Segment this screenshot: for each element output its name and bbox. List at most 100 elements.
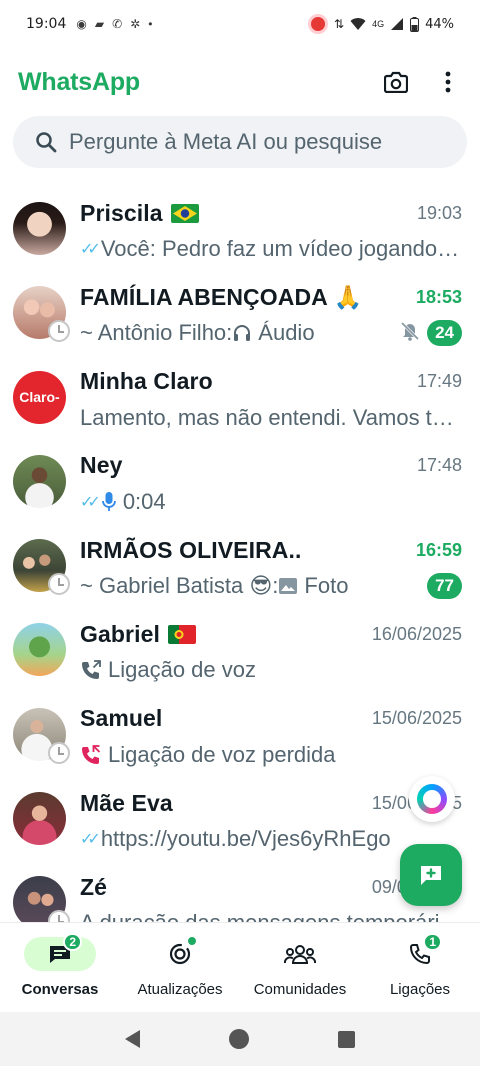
chat-time: 17:48: [416, 455, 462, 476]
chat-notification-icon: ▰: [94, 17, 105, 31]
chat-item[interactable]: Samuel 15/06/2025 Ligação de voz perdida: [0, 692, 480, 776]
status-ring-icon: [48, 320, 70, 343]
chat-preview: Você: Pedro faz um vídeo jogando bola: [100, 236, 462, 261]
read-ticks-icon: ✓✓: [80, 493, 101, 511]
screen-record-icon: [308, 14, 329, 34]
image-icon: [278, 576, 298, 596]
battery-percent: 44%: [425, 16, 454, 32]
avatar: [13, 539, 70, 596]
meta-ai-button[interactable]: [409, 776, 455, 822]
chat-name: Samuel: [80, 705, 163, 732]
meta-ai-icon: [417, 784, 447, 814]
avatar: [13, 286, 70, 343]
chat-item[interactable]: Claro- Minha Claro 17:49 Lamento, mas nã…: [0, 355, 480, 439]
unread-badge: 24: [427, 320, 462, 347]
app-notification-icon: ✲: [130, 17, 141, 31]
more-notifications-icon: •: [148, 17, 153, 31]
record-notification-icon: ◉: [76, 17, 87, 31]
tab-badge: 2: [63, 933, 82, 951]
status-time: 19:04: [26, 16, 67, 32]
tab-ligacoes[interactable]: 1 Ligações: [360, 923, 480, 1012]
avatar: [13, 876, 70, 922]
headphones-icon: [232, 323, 252, 343]
chat-list: Priscila 19:03 ✓✓ Você: Pedro faz um víd…: [0, 186, 480, 922]
read-ticks-icon: ✓✓: [80, 831, 101, 849]
chat-preview: https://youtu.be/Vjes6yRhEgo: [100, 826, 391, 852]
new-chat-icon: [421, 866, 441, 885]
notification-icons: ◉ ▰ ✆ ✲ •: [76, 17, 152, 31]
avatar: [13, 202, 66, 255]
chat-preview: 0:04: [122, 488, 166, 514]
chat-time: 15/06/2025: [371, 708, 462, 729]
chat-time: 19:03: [416, 202, 462, 223]
chat-item[interactable]: Gabriel 16/06/2025 Ligação de voz: [0, 607, 480, 691]
mic-icon: [101, 491, 117, 513]
chat-name: Priscila: [80, 199, 163, 226]
tab-badge: 1: [423, 933, 442, 951]
avatar: [13, 707, 70, 764]
status-ring-icon: [48, 741, 70, 764]
chat-name: IRMÃOS OLIVEIRA..: [80, 536, 302, 563]
chat-time: 16:59: [415, 539, 462, 560]
tab-conversas[interactable]: 2 Conversas: [0, 923, 120, 1012]
system-navigation-bar: [0, 1012, 480, 1066]
tab-atualizacoes[interactable]: Atualizações: [120, 923, 240, 1012]
tab-label: Ligações: [389, 981, 451, 998]
tab-comunidades[interactable]: Comunidades: [240, 923, 360, 1012]
updates-dot: [186, 935, 198, 947]
portugal-flag-icon: [167, 624, 196, 644]
app-bar: WhatsApp: [0, 56, 480, 108]
signal-arrows-icon: ⇅: [334, 17, 345, 31]
search-icon: [36, 132, 57, 153]
chat-preview: Foto: [304, 573, 349, 599]
tab-label: Conversas: [21, 981, 99, 998]
back-icon[interactable]: [124, 1030, 140, 1048]
chat-name: Mãe Eva: [80, 789, 173, 816]
unread-badge: 77: [427, 573, 462, 600]
avatar: [13, 454, 66, 508]
status-bar: 19:04 ◉ ▰ ✆ ✲ • ⇅ 4G 44%: [0, 0, 480, 48]
chat-item[interactable]: FAMÍLIA ABENÇOADA 🙏 18:53 ~ Antônio Filh…: [0, 270, 480, 354]
avatar: Claro-: [13, 370, 66, 424]
chat-item[interactable]: Priscila 19:03 ✓✓ Você: Pedro faz um víd…: [0, 186, 480, 270]
more-vert-icon[interactable]: [434, 68, 462, 96]
chat-name: Gabriel: [80, 620, 160, 647]
new-chat-button[interactable]: [400, 844, 462, 906]
network-type: 4G: [372, 19, 385, 29]
chat-time: 18:53: [415, 286, 462, 307]
muted-bell-icon: [401, 321, 420, 346]
chat-item[interactable]: Ney 17:48 ✓✓ 0:04: [0, 439, 480, 523]
cell-signal-icon: [391, 18, 404, 30]
read-ticks-icon: ✓✓: [80, 241, 101, 258]
chat-preview-sender: ~ Antônio Filho:: [80, 320, 233, 346]
chat-item[interactable]: IRMÃOS OLIVEIRA.. 16:59 ~ Gabriel Batist…: [0, 523, 480, 607]
avatar: [13, 792, 66, 846]
chat-preview: Ligação de voz perdida: [108, 741, 336, 767]
recent-apps-icon[interactable]: [338, 1030, 356, 1048]
chat-preview-sender: ~ Gabriel Batista 😎:: [80, 573, 279, 599]
tab-label: Comunidades: [253, 981, 347, 998]
missed-call-icon: [80, 744, 102, 766]
avatar: [13, 623, 66, 677]
tab-label: Atualizações: [137, 981, 223, 998]
search-placeholder: Pergunte à Meta AI ou pesquise: [69, 129, 383, 154]
chat-preview: A duração das mensagens temporárias: [80, 910, 462, 922]
camera-icon[interactable]: [382, 68, 410, 96]
call-icon: [80, 659, 102, 681]
chat-name: Minha Claro: [80, 368, 213, 395]
battery-icon: [410, 16, 420, 32]
status-ring-icon: [48, 573, 70, 596]
home-icon[interactable]: [228, 1029, 249, 1049]
claro-logo: Claro-: [19, 389, 60, 406]
status-ring-icon: [48, 910, 70, 922]
chat-preview: Lamento, mas não entendi. Vamos tentar d…: [80, 404, 462, 430]
missed-call-notification-icon: ✆: [112, 17, 123, 31]
app-title: WhatsApp: [18, 67, 140, 96]
bottom-navigation: 2 Conversas Atualizações Comunidades 1 L…: [0, 922, 480, 1012]
chat-name: FAMÍLIA ABENÇOADA 🙏: [80, 283, 363, 310]
communities-icon: [284, 945, 316, 964]
chat-preview: Áudio: [258, 320, 315, 346]
wifi-icon: [350, 18, 366, 30]
search-input[interactable]: Pergunte à Meta AI ou pesquise: [13, 116, 467, 168]
brazil-flag-icon: [170, 203, 199, 223]
